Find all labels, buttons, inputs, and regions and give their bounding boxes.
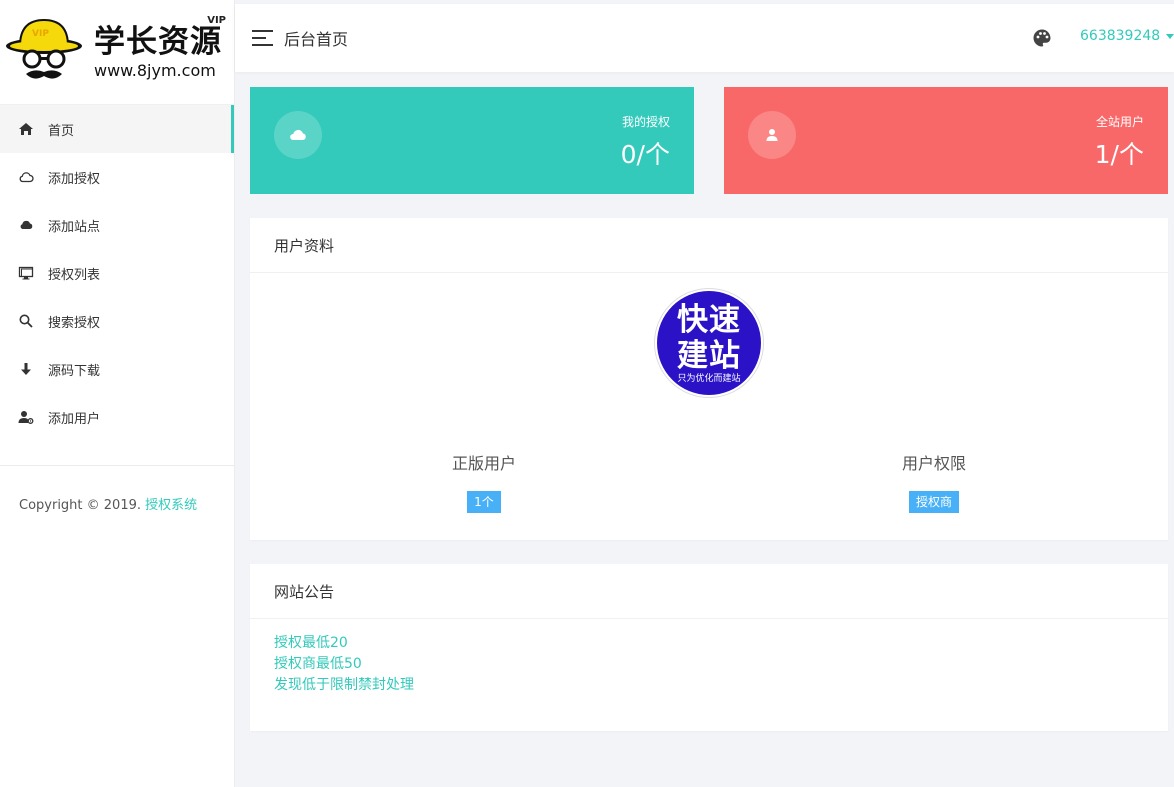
sidebar-item-label: 首页 (48, 123, 75, 139)
copyright: Copyright © 2019. 授权系统 (19, 494, 197, 513)
page-title: 后台首页 (284, 30, 349, 49)
search-icon (17, 312, 35, 330)
avatar-text-line3: 只为优化而建站 (677, 373, 741, 384)
sidebar-item-label: 添加授权 (48, 171, 101, 187)
cloud-icon (274, 111, 322, 159)
site-users-card: 全站用户 1/个 (724, 87, 1168, 194)
avatar: 快速 建站 只为优化而建站 (654, 288, 764, 398)
cloud-icon (17, 216, 35, 234)
caret-down-icon (1166, 33, 1174, 39)
my-auth-card: 我的授权 0/个 (250, 87, 694, 194)
user-permission-badge: 授权商 (908, 491, 959, 513)
sidebar-item-home[interactable]: 首页 (0, 105, 234, 153)
sidebar-item-label: 添加用户 (48, 411, 101, 427)
download-arrow-icon (17, 360, 35, 378)
username: 663839248 (1080, 28, 1161, 44)
sidebar-item-source-download[interactable]: 源码下载 (0, 345, 234, 393)
my-auth-value: 0/个 (620, 140, 670, 169)
sidebar-item-add-user[interactable]: 添加用户 (0, 393, 234, 441)
svg-text:VIP: VIP (32, 29, 49, 39)
notice-line: 授权最低20 (274, 635, 348, 651)
home-icon (17, 120, 35, 138)
sidebar-item-label: 授权列表 (48, 267, 101, 283)
site-users-label: 全站用户 (1095, 115, 1144, 129)
logo-url: www.8jym.com (94, 61, 216, 80)
logo-vip-mark: VIP (207, 15, 226, 26)
menu-toggle-icon[interactable] (252, 30, 273, 46)
sidebar-item-label: 搜索授权 (48, 315, 101, 331)
logo-title: 学长资源 (94, 24, 222, 60)
logo[interactable]: VIP 学长资源 VIP www.8jym.com (0, 0, 234, 105)
sidebar: VIP 学长资源 VIP www.8jym.com 首页 添加授权 添加站点 授… (0, 0, 235, 787)
site-users-value: 1/个 (1094, 140, 1144, 169)
notice-body: 授权最低20 授权商最低50 发现低于限制禁封处理 (250, 619, 1168, 696)
avatar-text-line2: 建站 (677, 337, 741, 374)
notice-panel-title: 网站公告 (250, 564, 1168, 619)
profile-panel: 用户资料 快速 建站 只为优化而建站 正版用户 1个 用户权限 授权商 (250, 218, 1168, 540)
monitor-icon (17, 264, 35, 282)
notice-line: 授权商最低50 (274, 656, 362, 672)
genuine-user-stat: 正版用户 1个 (424, 450, 544, 513)
sidebar-item-add-site[interactable]: 添加站点 (0, 201, 234, 249)
sidebar-item-auth-list[interactable]: 授权列表 (0, 249, 234, 297)
genuine-user-label: 正版用户 (451, 454, 516, 473)
mascot-logo-icon: VIP (6, 18, 82, 79)
sidebar-item-add-auth[interactable]: 添加授权 (0, 153, 234, 201)
copyright-text: Copyright © 2019. (19, 498, 146, 513)
user-icon (748, 111, 796, 159)
user-permission-label: 用户权限 (901, 454, 966, 473)
sidebar-nav: 首页 添加授权 添加站点 授权列表 搜索授权 源码下载 添加用户 (0, 105, 234, 441)
notice-panel: 网站公告 授权最低20 授权商最低50 发现低于限制禁封处理 (250, 564, 1168, 731)
profile-panel-title: 用户资料 (250, 218, 1168, 273)
cloud-outline-icon (17, 168, 35, 186)
genuine-user-badge: 1个 (467, 491, 501, 513)
sidebar-divider (0, 465, 235, 466)
sidebar-item-search-auth[interactable]: 搜索授权 (0, 297, 234, 345)
sidebar-item-label: 添加站点 (48, 219, 101, 235)
palette-icon[interactable] (1032, 28, 1052, 48)
copyright-link[interactable]: 授权系统 (145, 498, 197, 513)
top-header: 后台首页 663839248 (235, 4, 1174, 72)
user-permission-stat: 用户权限 授权商 (874, 450, 994, 513)
sidebar-item-label: 源码下载 (48, 363, 101, 379)
notice-line: 发现低于限制禁封处理 (274, 677, 414, 693)
avatar-text-line1: 快速 (677, 301, 741, 338)
user-settings-icon (17, 408, 35, 426)
user-menu[interactable]: 663839248 (1080, 28, 1174, 44)
my-auth-label: 我的授权 (621, 115, 670, 129)
